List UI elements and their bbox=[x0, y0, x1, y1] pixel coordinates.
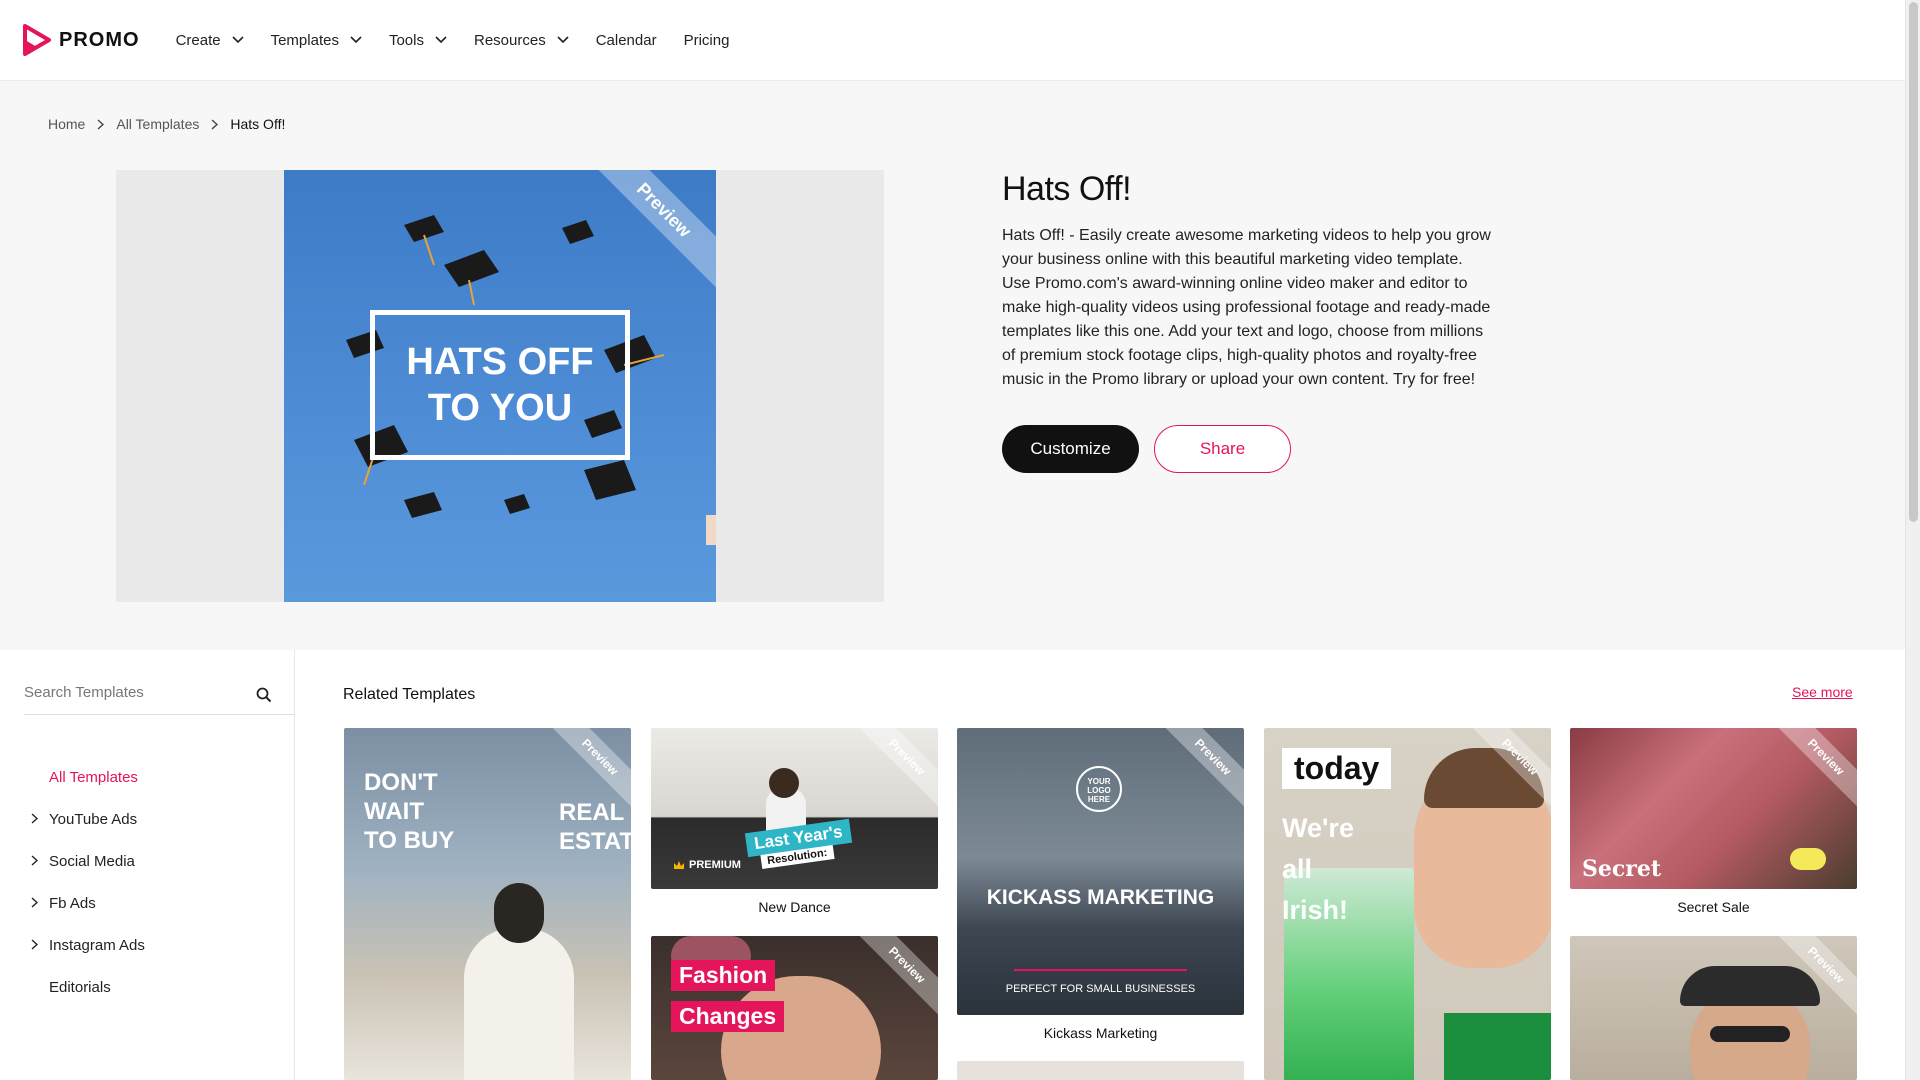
premium-badge: PREMIUM bbox=[673, 859, 741, 871]
chevron-right-icon bbox=[31, 855, 38, 866]
chevron-right-icon bbox=[31, 939, 38, 950]
templates-browser: All Templates YouTube Ads Social Media F… bbox=[0, 650, 1905, 1080]
template-preview[interactable]: HATS OFF TO YOU Preview bbox=[116, 170, 884, 602]
card-overlay-right: REAL ESTATE bbox=[559, 799, 631, 855]
card-accent-line bbox=[1014, 969, 1187, 971]
card-person-shape bbox=[464, 928, 574, 1080]
customize-button[interactable]: Customize bbox=[1002, 425, 1139, 473]
hats-off-title-frame: HATS OFF TO YOU bbox=[370, 310, 630, 460]
premium-label: PREMIUM bbox=[689, 859, 741, 871]
top-nav-bar: PROMO Create Templates Tools Resources C… bbox=[0, 0, 1905, 80]
card-title-secret-sale[interactable]: Secret Sale bbox=[1570, 899, 1857, 915]
category-sidebar: All Templates YouTube Ads Social Media F… bbox=[0, 650, 295, 1080]
card-title-kickass-marketing[interactable]: Kickass Marketing bbox=[957, 1025, 1244, 1041]
template-card-fashion-changes[interactable]: Fashion Changes Preview bbox=[651, 936, 938, 1080]
search-icon[interactable] bbox=[256, 687, 272, 703]
category-youtube-ads[interactable]: YouTube Ads bbox=[0, 798, 295, 840]
see-more-link[interactable]: See more bbox=[1792, 684, 1853, 700]
card-shirt-shape bbox=[1444, 1013, 1551, 1080]
card-head-shape bbox=[494, 883, 544, 943]
card-overlay-changes: Changes bbox=[671, 1001, 785, 1032]
category-instagram-ads[interactable]: Instagram Ads bbox=[0, 924, 295, 966]
breadcrumb-all-templates[interactable]: All Templates bbox=[116, 116, 199, 132]
category-label: YouTube Ads bbox=[49, 810, 138, 828]
nav-create[interactable]: Create bbox=[176, 32, 244, 49]
nav-templates[interactable]: Templates bbox=[271, 32, 362, 49]
template-card-kickass-marketing[interactable]: YOUR LOGO HERE KICKASS MARKETING PERFECT F… bbox=[957, 728, 1244, 1015]
category-label: All Templates bbox=[49, 768, 138, 786]
card-overlay-left: DON'T WAIT TO BUY bbox=[364, 769, 455, 854]
share-button[interactable]: Share bbox=[1154, 425, 1291, 473]
chevron-right-icon bbox=[211, 118, 219, 130]
card-cap-shape bbox=[1680, 966, 1820, 1006]
nav-tools[interactable]: Tools bbox=[389, 32, 447, 49]
main-nav: Create Templates Tools Resources Calenda… bbox=[176, 32, 757, 49]
preview-video-frame[interactable]: HATS OFF TO YOU Preview bbox=[284, 170, 716, 602]
template-card-irish[interactable]: today We're all Irish! Preview bbox=[1264, 728, 1551, 1080]
promo-logo[interactable]: PROMO bbox=[23, 24, 140, 56]
template-card-partial[interactable] bbox=[957, 1061, 1244, 1080]
card-sunglasses-shape bbox=[1710, 1026, 1790, 1042]
chevron-down-icon bbox=[435, 36, 447, 44]
category-list: All Templates YouTube Ads Social Media F… bbox=[0, 756, 295, 1008]
template-card-real-estate[interactable]: DON'T WAIT TO BUY REAL ESTATE Preview bbox=[344, 728, 631, 1080]
category-label: Fb Ads bbox=[49, 894, 96, 912]
nav-pricing-label: Pricing bbox=[683, 31, 730, 49]
chevron-down-icon bbox=[557, 36, 569, 44]
template-card-new-dance[interactable]: Last Year's Resolution: PREMIUM Preview bbox=[651, 728, 938, 889]
category-label: Editorials bbox=[49, 978, 111, 996]
nav-templates-label: Templates bbox=[270, 31, 339, 49]
page-scrollbar[interactable] bbox=[1905, 0, 1920, 1080]
nav-create-label: Create bbox=[175, 31, 221, 49]
card-preview-ribbon: Preview bbox=[1157, 728, 1244, 813]
logo-text: PROMO bbox=[59, 28, 140, 51]
card-preview-ribbon: Preview bbox=[851, 728, 938, 813]
card-overlay-subtitle: PERFECT FOR SMALL BUSINESSES bbox=[1005, 983, 1196, 995]
preview-line-1: HATS OFF bbox=[406, 341, 594, 383]
search-input[interactable] bbox=[24, 684, 244, 701]
card-overlay-fashion: Fashion bbox=[671, 960, 776, 991]
preview-line-2: TO YOU bbox=[427, 387, 573, 429]
card-overlay-today: today bbox=[1282, 748, 1392, 789]
nav-calendar[interactable]: Calendar bbox=[596, 32, 657, 49]
card-sunglasses-shape bbox=[1790, 848, 1826, 870]
card-preview-ribbon: Preview bbox=[1770, 728, 1857, 813]
template-description: Hats Off! - Easily create awesome market… bbox=[1002, 227, 1491, 388]
category-fb-ads[interactable]: Fb Ads bbox=[0, 882, 295, 924]
card-overlay-title: KICKASS MARKETING bbox=[986, 886, 1215, 909]
breadcrumb-home[interactable]: Home bbox=[48, 116, 85, 132]
chevron-right-icon bbox=[31, 897, 38, 908]
category-social-media[interactable]: Social Media bbox=[0, 840, 295, 882]
your-logo-placeholder: YOUR LOGO HERE bbox=[1076, 766, 1122, 812]
template-card-secret-sale[interactable]: Secret Preview bbox=[1570, 728, 1857, 889]
breadcrumb-current: Hats Off! bbox=[230, 116, 286, 132]
promo-logo-icon bbox=[23, 24, 51, 56]
chevron-right-icon bbox=[97, 118, 105, 130]
search-box bbox=[24, 684, 295, 715]
nav-tools-label: Tools bbox=[388, 31, 424, 49]
breadcrumb: Home All Templates Hats Off! bbox=[48, 116, 285, 132]
template-card-cap-man[interactable]: Preview bbox=[1570, 936, 1857, 1080]
card-overlay-text: We're all Irish! bbox=[1282, 813, 1354, 925]
nav-resources[interactable]: Resources bbox=[474, 32, 569, 49]
search-underline bbox=[24, 714, 295, 715]
category-label: Instagram Ads bbox=[49, 936, 145, 954]
nav-resources-label: Resources bbox=[474, 31, 546, 49]
nav-pricing[interactable]: Pricing bbox=[684, 32, 730, 49]
template-title: Hats Off! bbox=[1002, 170, 1132, 208]
category-label: Social Media bbox=[49, 852, 135, 870]
scrollbar-thumb[interactable] bbox=[1909, 2, 1918, 522]
category-all-templates[interactable]: All Templates bbox=[0, 756, 295, 798]
related-templates-heading: Related Templates bbox=[343, 686, 476, 703]
chevron-down-icon bbox=[232, 36, 244, 44]
chevron-down-icon bbox=[350, 36, 362, 44]
card-title-new-dance[interactable]: New Dance bbox=[651, 899, 938, 915]
nav-calendar-label: Calendar bbox=[595, 31, 657, 49]
card-overlay-secret: Secret bbox=[1582, 856, 1662, 882]
card-dancer-head bbox=[769, 768, 799, 798]
chevron-right-icon bbox=[31, 813, 38, 824]
category-editorials[interactable]: Editorials bbox=[0, 966, 295, 1008]
crown-icon bbox=[674, 861, 684, 869]
